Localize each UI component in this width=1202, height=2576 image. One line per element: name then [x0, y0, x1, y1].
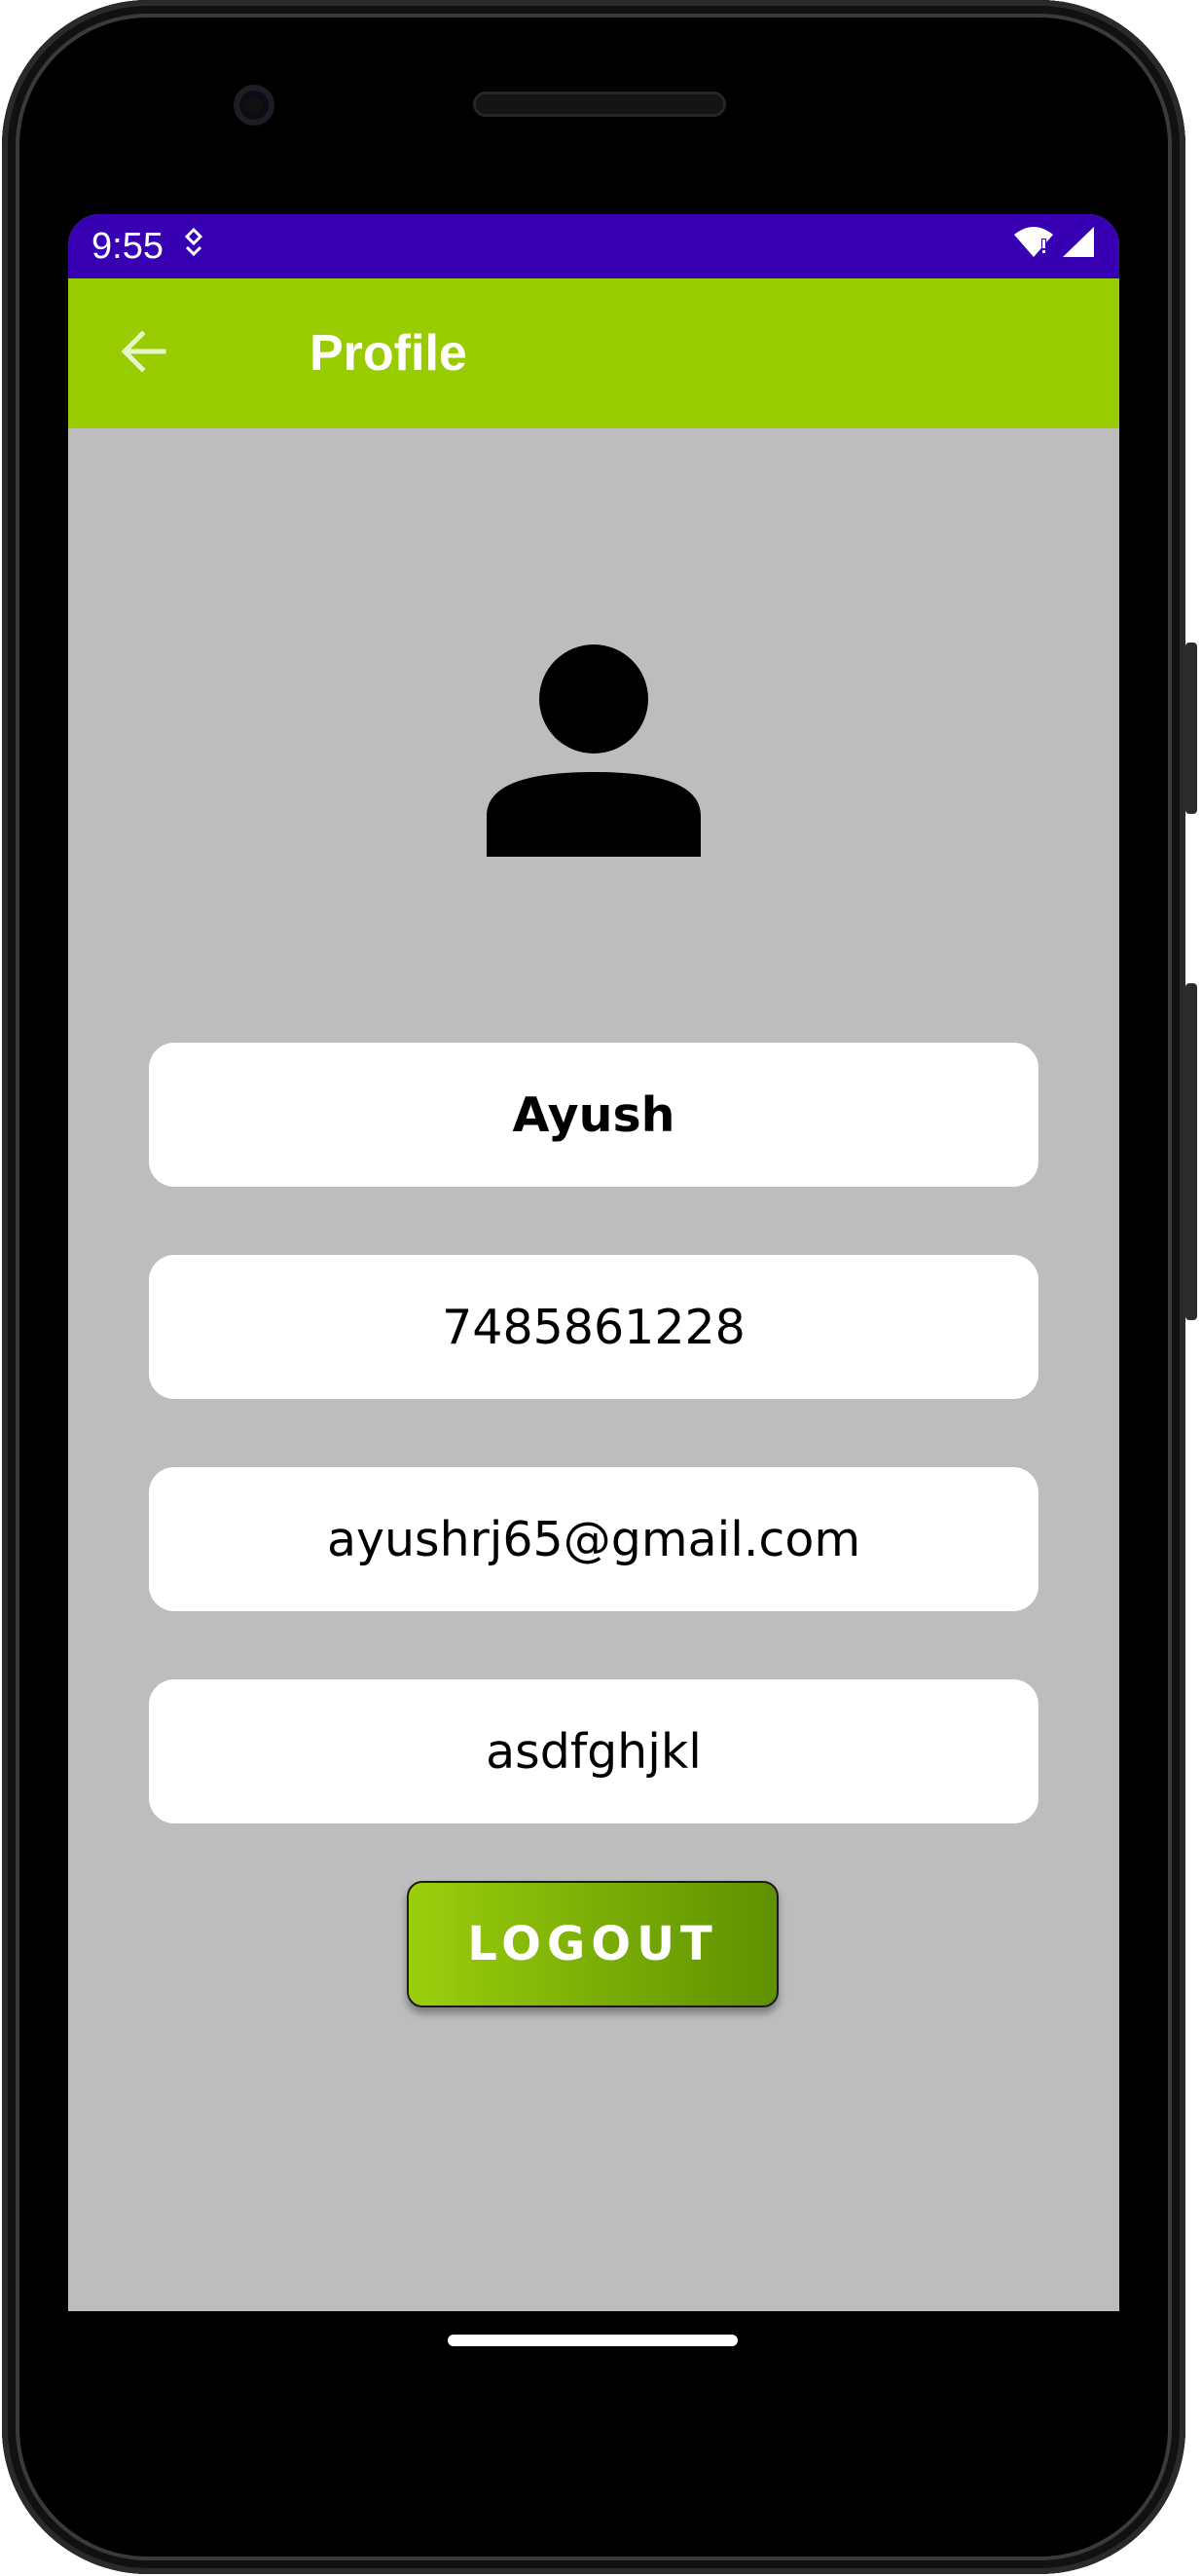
app-bar: Profile [68, 278, 1119, 428]
password-field[interactable]: asdfghjkl [149, 1679, 1038, 1823]
volume-button[interactable] [1185, 983, 1197, 1320]
phone-value: 7485861228 [442, 1299, 746, 1355]
home-gesture-handle[interactable] [448, 2335, 738, 2346]
logout-button[interactable]: LOGOUT [407, 1881, 779, 2007]
email-value: ayushrj65@gmail.com [326, 1511, 861, 1567]
front-camera [234, 85, 274, 126]
email-field[interactable]: ayushrj65@gmail.com [149, 1467, 1038, 1611]
power-button[interactable] [1185, 643, 1197, 814]
wifi-icon [1012, 225, 1055, 268]
name-field[interactable]: Ayush [149, 1043, 1038, 1187]
navigation-bar [68, 2311, 1119, 2399]
signal-icon [1061, 225, 1096, 268]
logout-label: LOGOUT [467, 1917, 718, 1971]
password-value: asdfghjkl [486, 1723, 702, 1780]
app-screen: 9:55 Profile Ayush 7485861228 ayushrj65@… [68, 214, 1119, 2311]
status-icons [1012, 225, 1096, 268]
earpiece-speaker [473, 92, 726, 117]
notification-icon [183, 227, 204, 265]
name-value: Ayush [512, 1086, 675, 1143]
status-time: 9:55 [91, 225, 164, 267]
back-button[interactable] [117, 327, 169, 380]
status-bar: 9:55 [68, 214, 1119, 278]
page-title: Profile [310, 325, 467, 382]
phone-field[interactable]: 7485861228 [149, 1255, 1038, 1399]
arrow-left-icon [119, 329, 167, 378]
person-icon [485, 641, 703, 859]
